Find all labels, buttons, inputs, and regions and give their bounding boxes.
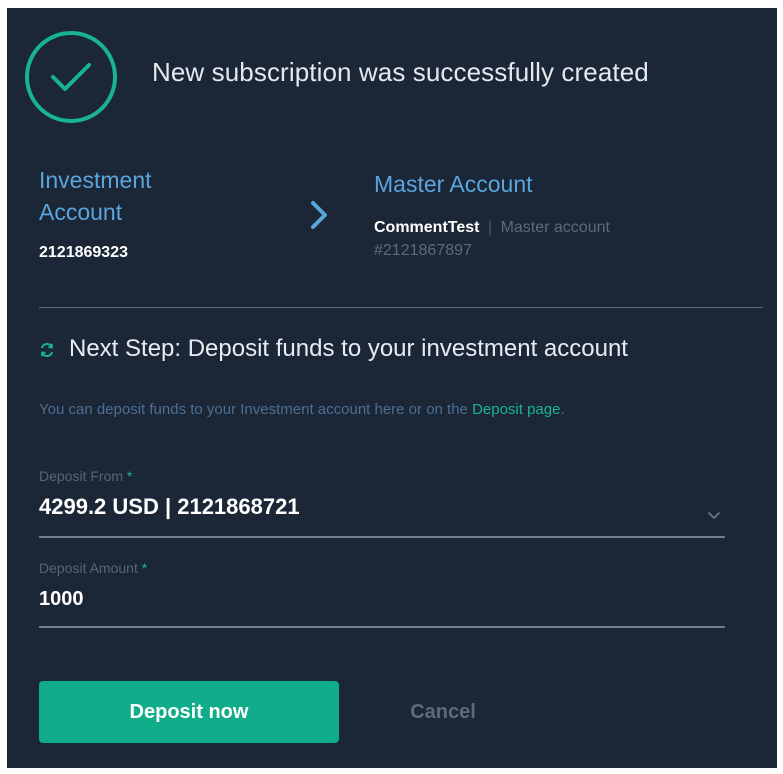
deposit-amount-underline <box>39 626 725 628</box>
deposit-hint: You can deposit funds to your Investment… <box>39 399 599 421</box>
hint-suffix: . <box>560 401 565 418</box>
required-mark: * <box>141 560 148 576</box>
cancel-button[interactable]: Cancel <box>387 681 499 743</box>
master-account-label: Master Account <box>374 171 533 197</box>
section-divider <box>39 307 763 308</box>
investment-account-label: Investment Account <box>39 167 152 225</box>
deposit-from-label: Deposit From * <box>39 468 132 484</box>
required-mark: * <box>126 468 133 484</box>
deposit-amount-input[interactable]: 1000 <box>39 588 84 611</box>
deposit-from-label-text: Deposit From <box>39 468 124 484</box>
deposit-from-underline <box>39 536 725 538</box>
next-step-title: Next Step: Deposit funds to your investm… <box>69 335 628 362</box>
chevron-right-icon <box>309 200 329 235</box>
deposit-page-link[interactable]: Deposit page <box>472 401 560 418</box>
master-separator: | <box>487 219 493 236</box>
deposit-amount-label: Deposit Amount * <box>39 560 147 576</box>
hint-text: You can deposit funds to your Investment… <box>39 401 473 418</box>
investment-account-number: 2121869323 <box>39 244 128 261</box>
deposit-now-button[interactable]: Deposit now <box>39 681 339 743</box>
master-account-info: CommentTest | Master account #2121867897 <box>374 216 664 262</box>
sync-icon <box>39 342 55 363</box>
subscription-success-modal: New subscription was successfully create… <box>7 8 777 768</box>
deposit-amount-label-text: Deposit Amount <box>39 560 138 576</box>
chevron-down-icon[interactable] <box>707 508 721 526</box>
success-title: New subscription was successfully create… <box>152 57 649 87</box>
success-check-icon <box>25 31 117 123</box>
deposit-from-select[interactable]: 4299.2 USD | 2121868721 <box>39 494 300 520</box>
master-account-name: CommentTest <box>374 219 480 236</box>
